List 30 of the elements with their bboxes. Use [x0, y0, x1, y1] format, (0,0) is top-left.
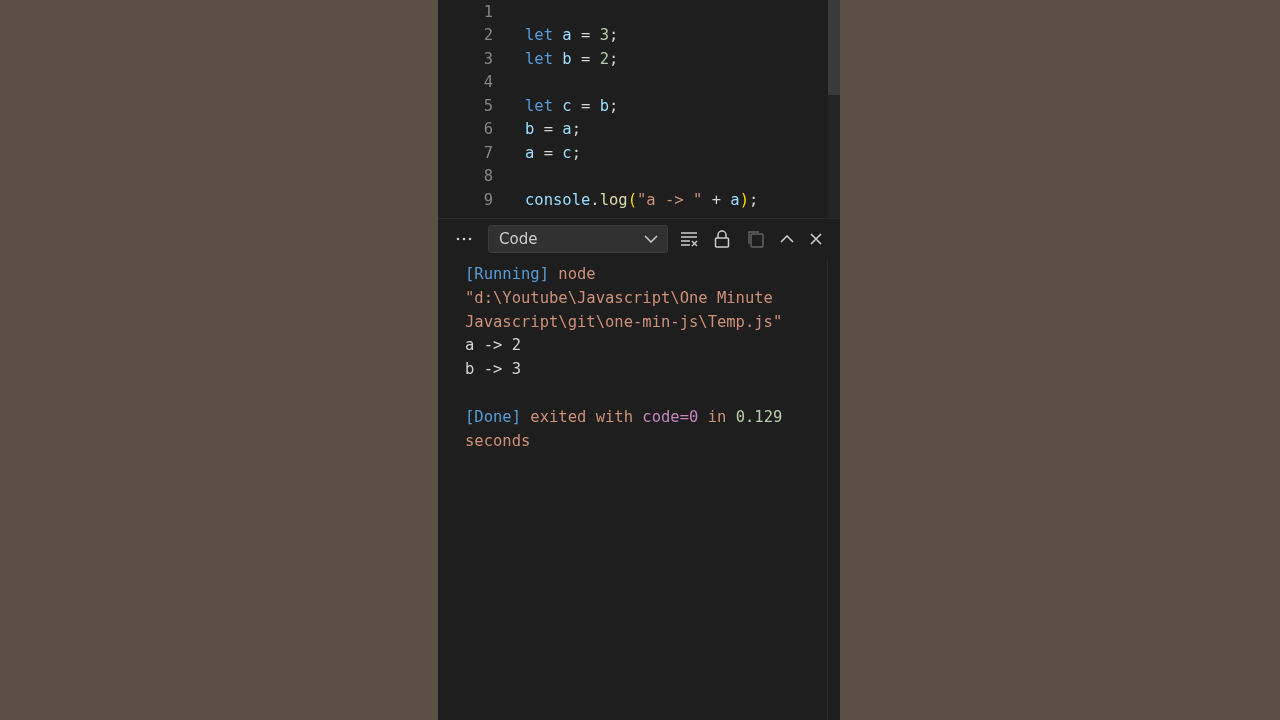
line-number: 9 [482, 190, 493, 209]
code-line: console.log("a -> " + a); [525, 190, 759, 209]
line-number: 8 [482, 167, 493, 186]
line-number: 6 [482, 120, 493, 139]
output-line: [Done] exited with code=0 in 0.129 [465, 406, 783, 428]
output-line: [Running] node [465, 264, 596, 285]
output-channel-dropdown[interactable]: Code [488, 225, 668, 253]
code-line: let b = 2; [525, 49, 619, 68]
line-number: 2 [482, 26, 493, 45]
output-line: seconds [465, 430, 531, 452]
line-number: 5 [482, 96, 493, 115]
line-number: 4 [482, 73, 493, 92]
code-line: let c = b; [525, 96, 619, 115]
more-icon[interactable] [456, 237, 472, 241]
lock-icon[interactable] [714, 230, 730, 248]
code-line: let a = 3; [525, 26, 619, 45]
output-line: b -> 3 [465, 359, 521, 381]
code-line: b = a; [525, 120, 582, 139]
output-line: "d:\Youtube\Javascript\One Minute [465, 287, 773, 309]
chevron-up-icon[interactable] [780, 235, 794, 243]
chevron-down-icon [644, 235, 658, 243]
line-number: 3 [482, 49, 493, 68]
line-number: 7 [482, 143, 493, 162]
scrollbar[interactable] [828, 0, 840, 218]
line-number: 1 [482, 2, 493, 21]
close-icon[interactable] [810, 233, 822, 245]
clear-output-icon[interactable] [680, 231, 698, 247]
output-line: a -> 2 [465, 335, 521, 357]
output-line: Javascript\git\one-min-js\Temp.js" [465, 311, 783, 333]
code-line: a = c; [525, 143, 582, 162]
